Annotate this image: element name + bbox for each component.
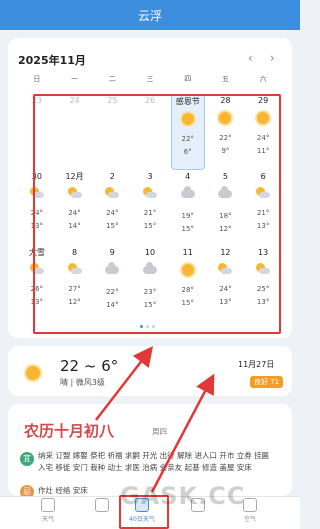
arrow-to-calendar xyxy=(95,346,154,421)
watermark: GASK.CC xyxy=(120,482,246,510)
arrow-to-tab xyxy=(150,373,215,493)
annotation-arrows xyxy=(95,346,215,493)
